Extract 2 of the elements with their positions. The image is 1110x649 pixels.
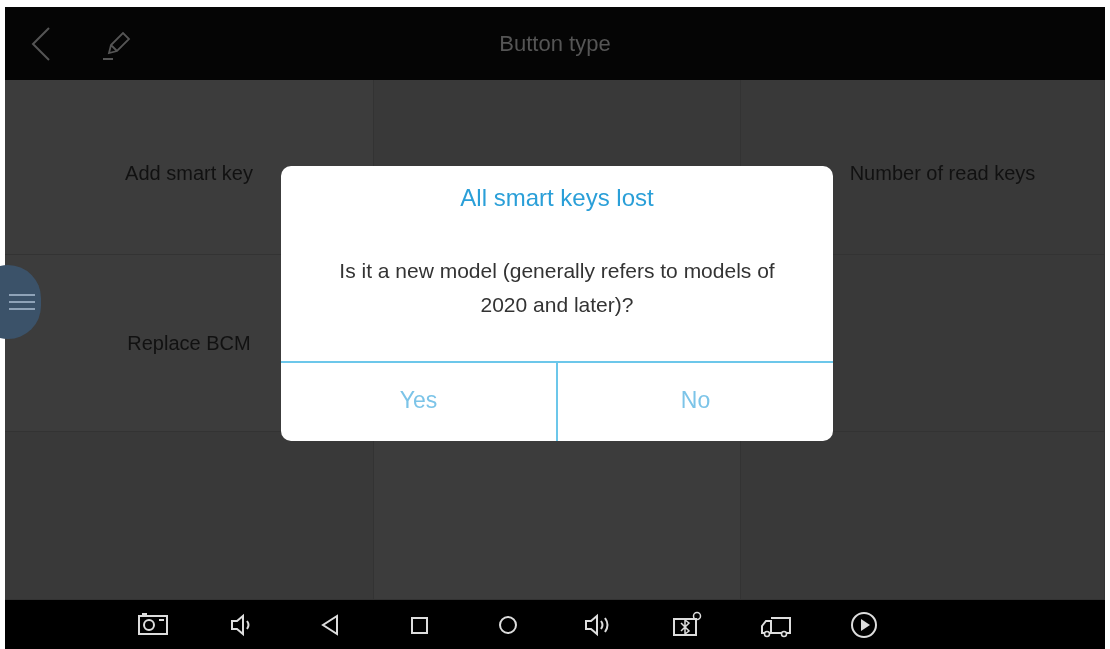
header-title: Button type bbox=[499, 30, 611, 58]
dialog-title: All smart keys lost bbox=[460, 183, 654, 213]
